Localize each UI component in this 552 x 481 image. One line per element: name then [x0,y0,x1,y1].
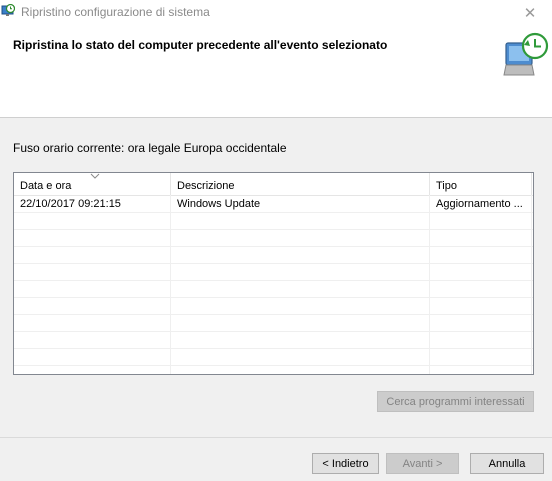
cell-description: Windows Update [171,196,430,213]
back-button[interactable]: < Indietro [312,453,379,474]
cell-type: Aggiornamento ... [430,196,532,213]
column-header-type[interactable]: Tipo [430,173,532,195]
column-divider [531,195,532,374]
close-icon: ✕ [523,4,537,22]
list-header: Data e ora Descrizione Tipo [14,173,533,196]
empty-row [14,298,533,315]
empty-row [14,247,533,264]
cancel-button[interactable]: Annulla [470,453,544,474]
column-divider [429,195,430,374]
empty-row [14,264,533,281]
column-divider [170,195,171,374]
title-bar: Ripristino configurazione di sistema ✕ [0,0,552,25]
system-restore-icon [503,32,549,76]
footer-divider [0,437,552,438]
column-header-description[interactable]: Descrizione [171,173,430,195]
wizard-header: Ripristina lo stato del computer precede… [0,25,552,118]
page-title: Ripristina lo stato del computer precede… [13,38,388,52]
close-button[interactable]: ✕ [508,0,552,25]
timezone-label: Fuso orario corrente: ora legale Europa … [13,141,287,155]
restore-points-list[interactable]: Data e ora Descrizione Tipo 22/10/2017 0… [13,172,534,375]
cell-date: 22/10/2017 09:21:15 [14,196,171,213]
empty-row [14,230,533,247]
column-header-date[interactable]: Data e ora [14,173,171,195]
scan-affected-programs-button[interactable]: Cerca programmi interessati [377,391,534,412]
empty-row [14,332,533,349]
empty-row [14,315,533,332]
window-title: Ripristino configurazione di sistema [21,5,210,19]
next-button[interactable]: Avanti > [386,453,459,474]
table-row[interactable]: 22/10/2017 09:21:15 Windows Update Aggio… [14,196,533,213]
system-restore-app-icon [1,4,15,16]
empty-row [14,281,533,298]
empty-row [14,349,533,366]
empty-row [14,213,533,230]
